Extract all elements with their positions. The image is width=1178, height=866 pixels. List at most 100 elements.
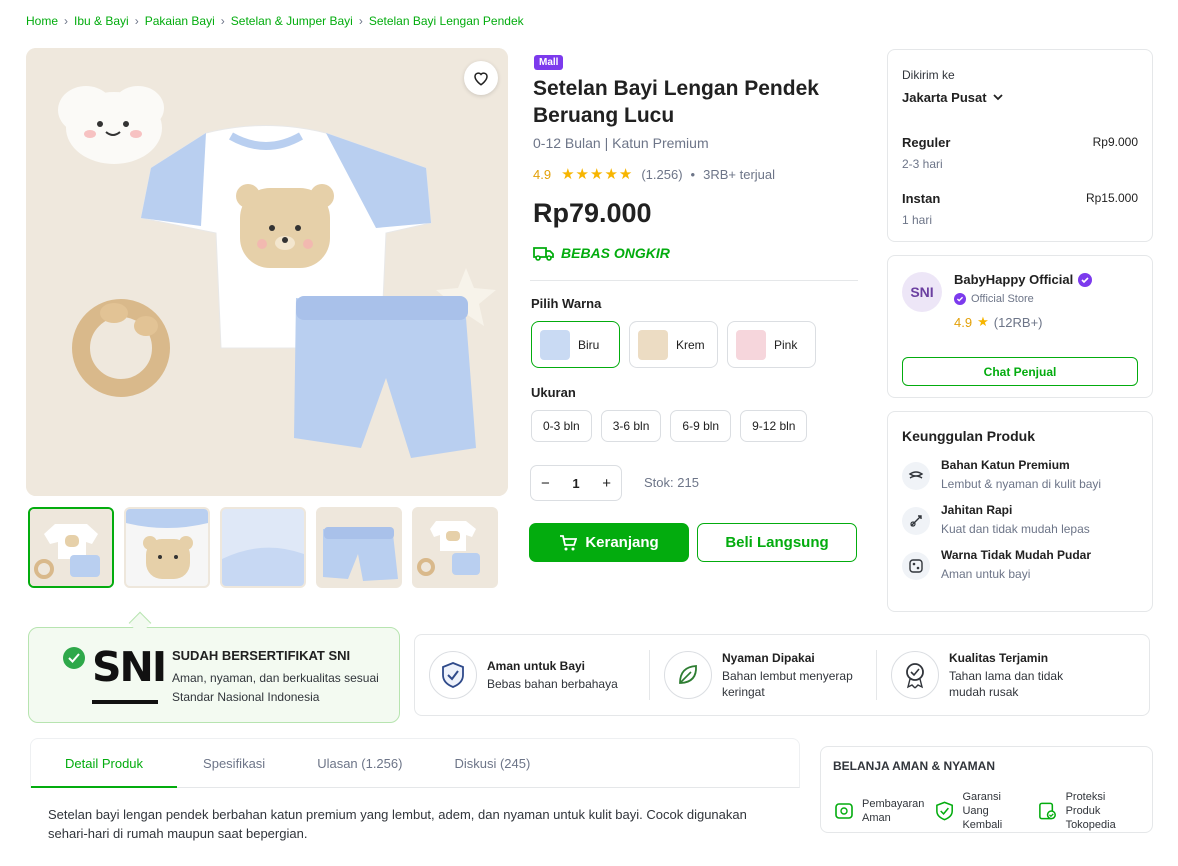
size-option[interactable]: 9-12 bln xyxy=(740,410,808,442)
free-shipping-badge: BEBAS ONGKIR xyxy=(533,245,670,261)
breadcrumb-ibu-bayi[interactable]: Ibu & Bayi xyxy=(74,14,129,28)
seller-rating-score: 4.9 xyxy=(954,314,973,330)
advantage-desc: Kuat dan tidak mudah lepas xyxy=(941,522,1090,536)
stock-info: Stok: 215 xyxy=(644,475,699,490)
thumbnail-strip xyxy=(28,507,498,588)
chevron-right-icon: › xyxy=(64,14,69,28)
rating-count[interactable]: (1.256) xyxy=(641,167,682,182)
color-swatch xyxy=(638,329,668,360)
safe-item-line2: Kembali xyxy=(962,819,1003,831)
increase-button[interactable]: + xyxy=(602,475,611,492)
seller-card: SNI BabyHappy Official Official Store 4.… xyxy=(887,255,1153,398)
chat-seller-button[interactable]: Chat Penjual xyxy=(902,357,1138,386)
shipping-name: Instan xyxy=(902,191,941,206)
feature-item: Aman untuk Bayi Bebas bahan berbahaya xyxy=(415,651,649,699)
shipping-option-reguler[interactable]: Reguler Rp9.000 2-3 hari xyxy=(902,135,1138,171)
chevron-right-icon: › xyxy=(134,14,139,28)
cart-icon xyxy=(560,534,578,550)
breadcrumb-pakaian-bayi[interactable]: Pakaian Bayi xyxy=(145,14,215,28)
thumbnail-2[interactable] xyxy=(124,507,210,588)
seller-name-row[interactable]: BabyHappy Official xyxy=(954,272,1093,287)
mall-badge: Mall xyxy=(534,55,564,70)
tab-spesifikasi[interactable]: Spesifikasi xyxy=(177,739,291,787)
chevron-right-icon: › xyxy=(220,14,225,28)
location-name: Jakarta Pusat xyxy=(902,90,987,105)
feature-item: Nyaman Dipakai Bahan lembut menyerap keri… xyxy=(650,651,876,700)
shipping-name: Reguler xyxy=(902,135,951,150)
quantity-value[interactable]: 1 xyxy=(572,476,579,491)
divider xyxy=(530,280,858,281)
seller-rating-count: (12RB+) xyxy=(993,314,1043,330)
feature-desc: Bahan lembut menyerap keringat xyxy=(722,668,853,699)
product-tabs: Detail Produk Spesifikasi Ulasan (1.256)… xyxy=(30,738,800,788)
feature-highlights: Aman untuk Bayi Bebas bahan berbahaya Nya… xyxy=(414,634,1150,716)
wallet-icon xyxy=(835,803,853,819)
shipping-price: Rp15.000 xyxy=(1085,191,1138,205)
shipping-price: Rp9.000 xyxy=(1092,135,1138,149)
size-options: 0-3 bln 3-6 bln 6-9 bln 9-12 bln xyxy=(531,410,808,442)
star-icon: ★ xyxy=(604,166,618,183)
thumbnail-1[interactable] xyxy=(28,507,114,588)
advantage-title: Warna Tidak Mudah Pudar xyxy=(941,548,1092,562)
tab-detail-produk[interactable]: Detail Produk xyxy=(31,739,178,788)
safe-shopping-card: BELANJA AMAN & NYAMAN Pembayaran Aman Gar… xyxy=(820,746,1153,833)
add-to-cart-button[interactable]: Keranjang xyxy=(529,523,689,562)
shipping-option-instan[interactable]: Instan Rp15.000 1 hari xyxy=(902,191,1138,227)
size-option[interactable]: 0-3 bln xyxy=(531,410,592,442)
tab-diskusi[interactable]: Diskusi (245) xyxy=(428,739,556,787)
product-description: Setelan bayi lengan pendek berbahan katu… xyxy=(48,807,747,841)
star-icon: ★ xyxy=(977,314,989,329)
truck-icon xyxy=(533,247,554,261)
product-main-image[interactable] xyxy=(26,48,508,496)
safe-item-protection: Proteksi Produk Tokopedia xyxy=(1037,790,1140,832)
seller-name: BabyHappy Official xyxy=(954,272,1074,287)
rating-row: 4.9 ★ ★ ★ ★ ★ (1.256) • 3RB+ terjual xyxy=(533,165,775,183)
feature-item: Kualitas Terjamin Tahan lama dan tidak mu… xyxy=(877,651,1117,700)
thumbnail-4[interactable] xyxy=(316,507,402,588)
breadcrumb-setelan-jumper[interactable]: Setelan & Jumper Bayi xyxy=(231,14,353,28)
decrease-button[interactable]: − xyxy=(541,475,550,492)
buy-now-button[interactable]: Beli Langsung xyxy=(697,523,857,562)
product-price: Rp79.000 xyxy=(533,198,652,228)
feature-title: Aman untuk Bayi xyxy=(487,658,586,673)
tab-ulasan[interactable]: Ulasan (1.256) xyxy=(291,739,428,787)
color-option-krem[interactable]: Krem xyxy=(629,321,718,368)
needle-icon xyxy=(902,507,930,535)
sni-title: SUDAH BERSERTIFIKAT SNI xyxy=(172,648,351,663)
thumbnail-5[interactable] xyxy=(412,507,498,588)
heart-icon xyxy=(474,72,488,86)
color-option-biru[interactable]: Biru xyxy=(531,321,620,368)
wishlist-button[interactable] xyxy=(464,61,498,95)
color-swatch xyxy=(540,329,570,360)
verified-badge-icon xyxy=(1078,272,1093,287)
breadcrumb-home[interactable]: Home xyxy=(26,14,58,28)
safe-item-line1: Pembayaran xyxy=(862,798,925,810)
rating-score: 4.9 xyxy=(533,166,552,182)
thumbnail-3[interactable] xyxy=(220,507,306,588)
advantages-title: Keunggulan Produk xyxy=(902,428,1035,444)
fabric-icon xyxy=(902,462,930,490)
size-option[interactable]: 6-9 bln xyxy=(670,410,732,442)
safe-item-guarantee: Garansi Uang Kembali xyxy=(934,790,1027,832)
size-option[interactable]: 3-6 bln xyxy=(600,410,662,442)
quantity-stepper: − 1 + xyxy=(530,465,622,501)
advantage-desc: Lembut & nyaman di kulit bayi xyxy=(941,477,1102,491)
breadcrumb-current[interactable]: Setelan Bayi Lengan Pendek xyxy=(369,14,524,28)
safe-item-payment: Pembayaran Aman xyxy=(833,790,924,832)
official-badge-icon xyxy=(954,293,966,305)
location-selector[interactable]: Jakarta Pusat xyxy=(902,90,1138,105)
color-option-pink[interactable]: Pink xyxy=(727,321,816,368)
seller-avatar[interactable]: SNI xyxy=(902,272,942,312)
check-circle-icon xyxy=(63,647,85,669)
advantage-title: Bahan Katun Premium xyxy=(941,458,1070,472)
sni-description: Aman, nyaman, dan berkualitas sesuai Sta… xyxy=(172,671,379,704)
breadcrumb: Home › Ibu & Bayi › Pakaian Bayi › Setel… xyxy=(26,14,524,28)
sni-logo: SNI xyxy=(92,643,167,691)
advantage-item: Bahan Katun Premium Lembut & nyaman di ku… xyxy=(902,458,1138,491)
shield-money-icon xyxy=(936,801,954,821)
color-options: Biru Krem Pink xyxy=(531,321,816,368)
star-icon: ★ xyxy=(575,166,589,183)
color-name: Pink xyxy=(774,337,798,352)
shield-check-icon xyxy=(429,651,477,699)
color-palette-icon xyxy=(902,552,930,580)
